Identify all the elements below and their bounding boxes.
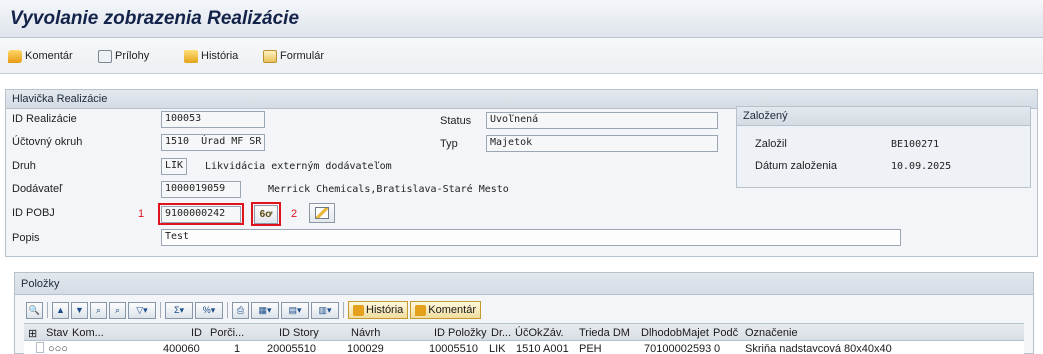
comment-button[interactable]: Komentár (8, 48, 73, 64)
cell-id-story: 20005510 (267, 343, 316, 354)
status-field[interactable]: Uvoľnená (486, 112, 718, 129)
dodavatel-text: Merrick Chemicals,Bratislava-Staré Mesto (268, 184, 509, 195)
col-id[interactable]: ID (191, 327, 202, 339)
cell-id-polozky: 10005510 (429, 343, 478, 354)
display-pobj-button[interactable]: 6ơ (254, 205, 278, 224)
sum-icon[interactable]: Σ▾ (165, 301, 193, 319)
id-pobj-label: ID POBJ (12, 207, 55, 219)
items-history-label: História (366, 304, 404, 316)
druh-label: Druh (12, 160, 36, 172)
datum-zalozenia-label: Dátum založenia (755, 160, 837, 172)
uctovny-okruh-text: Úrad MF SR (201, 136, 262, 147)
druh-text: Likvidácia externým dodávateľom (205, 161, 392, 172)
cell-id: 400060 (163, 343, 200, 354)
filter-icon[interactable]: ▽▾ (128, 301, 156, 319)
view-icon[interactable]: ▦▾ (251, 301, 279, 319)
col-trieda-dm[interactable]: Trieda DM (579, 327, 630, 339)
col-dr[interactable]: Dr... (491, 327, 511, 339)
cell-trieda: PEH (579, 343, 602, 354)
uctovny-okruh-field[interactable]: 1510 Úrad MF SR (161, 134, 265, 151)
comment-icon (415, 304, 427, 316)
zalozil-label: Založil (755, 138, 787, 150)
typ-label: Typ (440, 138, 458, 150)
cell-navrh: 100029 (347, 343, 384, 354)
marker-2: 2 (291, 208, 298, 220)
find-next-icon[interactable]: ⌕ (109, 301, 126, 319)
uctovny-okruh-code: 1510 (165, 136, 190, 147)
attachments-button-label: Prílohy (115, 50, 150, 62)
history-icon (184, 49, 198, 63)
col-navrh[interactable]: Návrh (351, 327, 380, 339)
zalozeny-group-title: Založený (737, 107, 1030, 126)
items-group-title: Položky (15, 273, 1033, 295)
form-button[interactable]: Formulár (263, 48, 324, 64)
row-selector[interactable] (36, 342, 44, 353)
edit-pobj-button[interactable] (309, 203, 335, 223)
cell-podc: 0 (714, 343, 721, 354)
print-icon[interactable]: ⎙ (232, 301, 249, 319)
sort-ascending-icon[interactable]: ▲ (52, 301, 69, 319)
popis-field[interactable]: Test (161, 229, 901, 246)
col-oznacenie[interactable]: Označenie (745, 327, 798, 339)
attachments-button[interactable]: Prílohy (98, 48, 149, 64)
col-stav[interactable]: Stav (46, 327, 68, 339)
col-id-story[interactable]: ID Story (279, 327, 319, 339)
dodavatel-label: Dodávateľ (12, 183, 63, 195)
edit-icon (315, 207, 329, 219)
history-button-label: História (201, 50, 239, 62)
items-comment-button[interactable]: Komentár (410, 301, 481, 319)
page-title: Vyvolanie zobrazenia Realizácie (10, 8, 300, 29)
cell-dr: LIK (489, 343, 506, 354)
application-toolbar: Komentár Prílohy História Formulár (0, 38, 1043, 74)
cell-zav: A001 (543, 343, 569, 354)
druh-code-field[interactable]: LIK (161, 158, 187, 175)
zalozil-value: BE100271 (891, 139, 940, 150)
items-table-header: ⊞ Stav Kom... ID Porči... ID Story Návrh… (24, 323, 1024, 341)
form-icon (263, 49, 277, 63)
details-icon[interactable]: 🔍 (26, 301, 43, 319)
marker-1: 1 (138, 208, 145, 220)
cell-dlhodob: 70100002593 (644, 343, 712, 354)
id-realizacie-field[interactable]: 100053 (161, 111, 265, 128)
attachment-icon (98, 49, 112, 63)
cell-porci: 1 (234, 343, 241, 354)
col-kom[interactable]: Kom... (72, 327, 104, 339)
col-podc[interactable]: Podč (713, 327, 738, 339)
form-button-label: Formulár (280, 50, 325, 62)
status-lights-icon: ○○○ (48, 343, 68, 354)
col-zav[interactable]: Záv. (543, 327, 564, 339)
id-pobj-field[interactable]: 9100000242 (161, 206, 241, 223)
layout-icon[interactable]: ▥▾ (311, 301, 339, 319)
col-ucok[interactable]: ÚčOk (515, 327, 543, 339)
subtotal-icon[interactable]: %▾ (195, 301, 223, 319)
items-toolbar: 🔍 ▲ ▼ ⌕ ⌕ ▽▾ Σ▾ %▾ ⎙ ▦▾ ▤▾ ▥▾ História K… (26, 299, 481, 321)
id-realizacie-label: ID Realizácie (12, 113, 77, 125)
col-porci[interactable]: Porči... (210, 327, 244, 339)
col-dlhodob-majet[interactable]: DlhodobMajet (641, 327, 709, 339)
col-id-polozky[interactable]: ID Položky (434, 327, 487, 339)
uctovny-okruh-label: Účtovný okruh (12, 136, 83, 148)
history-button[interactable]: História (184, 48, 238, 64)
select-all-icon[interactable]: ⊞ (28, 327, 37, 340)
items-history-button[interactable]: História (348, 301, 409, 319)
cell-ucok: 1510 (516, 343, 541, 354)
status-label: Status (440, 115, 472, 127)
sort-descending-icon[interactable]: ▼ (71, 301, 88, 319)
export-icon[interactable]: ▤▾ (281, 301, 309, 319)
cell-oznacenie: Skriňa nadstavcová 80x40x40 (745, 343, 892, 354)
glasses-icon: 6ơ (259, 209, 273, 220)
dodavatel-code-field[interactable]: 1000019059 (161, 181, 241, 198)
comment-icon (8, 49, 22, 63)
items-comment-label: Komentár (428, 304, 476, 316)
typ-field[interactable]: Majetok (486, 135, 718, 152)
table-row[interactable]: ○○○ 400060 1 20005510 100029 10005510 LI… (24, 341, 1024, 354)
find-icon[interactable]: ⌕ (90, 301, 107, 319)
datum-zalozenia-value: 10.09.2025 (891, 161, 952, 172)
popis-label: Popis (12, 232, 40, 244)
comment-button-label: Komentár (25, 50, 73, 62)
history-icon (353, 304, 364, 316)
